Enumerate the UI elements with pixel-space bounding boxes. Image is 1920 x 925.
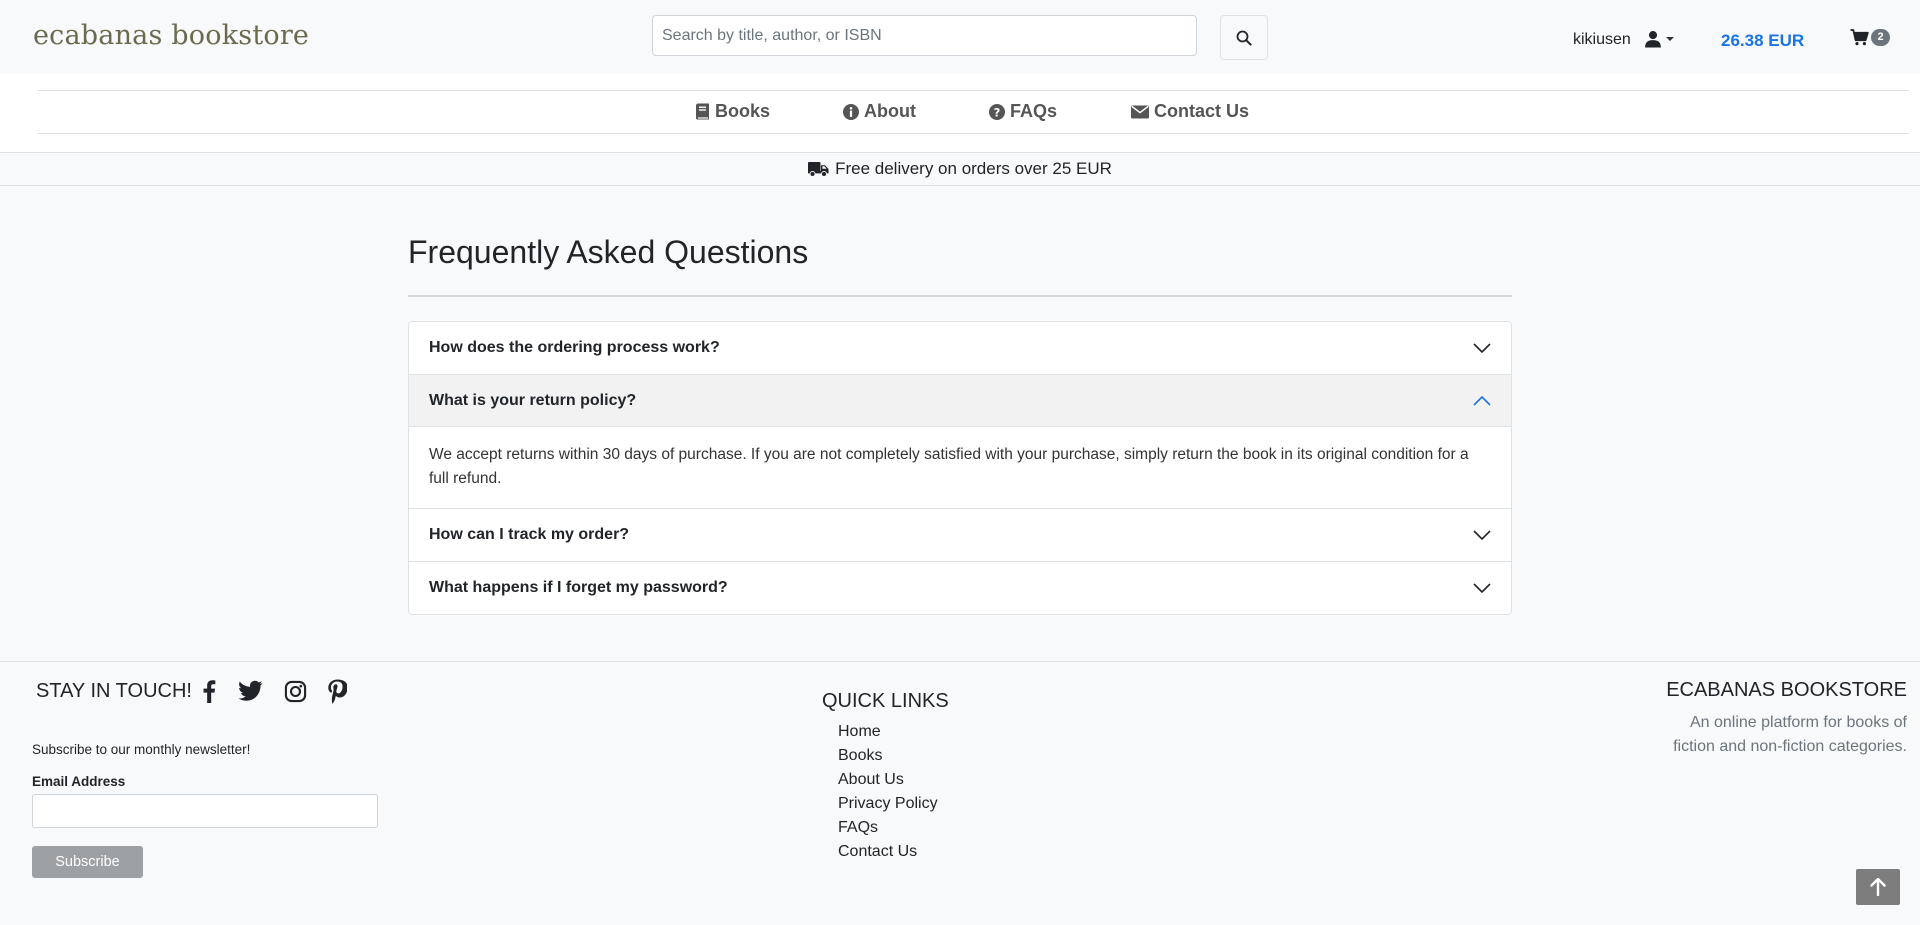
faq-item: How does the ordering process work? — [409, 322, 1511, 375]
faq-question: How can I track my order? — [429, 526, 630, 543]
user-menu-dropdown[interactable] — [1644, 30, 1674, 48]
nav-item-about[interactable]: About — [843, 101, 916, 122]
nav-label-contact: Contact Us — [1154, 101, 1250, 121]
svg-text:?: ? — [994, 105, 1001, 119]
faq-question: What is your return policy? — [429, 391, 637, 409]
nav-divider-bottom — [37, 133, 1909, 134]
quick-link-faqs[interactable]: FAQs — [838, 816, 938, 840]
nav-label-books: Books — [715, 101, 771, 121]
email-label: Email Address — [32, 774, 126, 789]
faq-answer: We accept returns within 30 days of purc… — [429, 446, 1469, 487]
quick-link-about[interactable]: About Us — [838, 768, 938, 792]
store-description: An online platform for books of fiction … — [1673, 714, 1907, 755]
faq-question-button[interactable]: What happens if I forget my password? — [409, 562, 1511, 614]
faq-question-button[interactable]: How can I track my order? — [409, 509, 1511, 561]
instagram-icon — [284, 680, 307, 703]
nav-item-contact[interactable]: Contact Us — [1131, 101, 1249, 122]
search-icon — [1236, 30, 1252, 46]
nav-item-faqs[interactable]: ? FAQs — [989, 101, 1057, 122]
cart-button[interactable]: 2 — [1850, 29, 1890, 46]
search-input[interactable] — [652, 15, 1197, 56]
promo-banner: Free delivery on orders over 25 EUR — [0, 152, 1920, 186]
back-to-top-button[interactable] — [1856, 869, 1900, 905]
quick-links-list: Home Books About Us Privacy Policy FAQs … — [838, 720, 938, 864]
question-circle-icon: ? — [989, 103, 1005, 120]
chevron-down-icon — [1473, 343, 1491, 353]
username: kikiusen — [1573, 31, 1631, 48]
quick-link-books[interactable]: Books — [838, 744, 938, 768]
user-icon — [1645, 31, 1661, 48]
pinterest-icon — [328, 679, 347, 704]
faq-item: What happens if I forget my password? — [409, 562, 1511, 614]
faq-question: What happens if I forget my password? — [429, 579, 728, 596]
faq-question-button[interactable]: How does the ordering process work? — [409, 322, 1511, 374]
chevron-down-icon — [1473, 583, 1491, 593]
book-icon — [696, 103, 709, 120]
nav-item-books[interactable]: Books — [695, 101, 770, 122]
facebook-icon — [203, 680, 216, 703]
nav-label-faqs: FAQs — [1010, 101, 1058, 121]
faq-question-button[interactable]: What is your return policy? — [409, 375, 1511, 427]
brand-logo[interactable]: ecabanas bookstore — [33, 20, 309, 51]
faq-accordion: How does the ordering process work? What… — [408, 321, 1512, 615]
faq-question: How does the ordering process work? — [429, 339, 720, 356]
email-field[interactable] — [32, 794, 378, 828]
shopping-cart-icon — [1850, 29, 1869, 46]
envelope-icon — [1131, 105, 1149, 118]
quick-link-home[interactable]: Home — [838, 720, 938, 744]
title-divider — [408, 295, 1512, 297]
search-button[interactable] — [1220, 15, 1268, 60]
stay-in-touch-title: STAY IN TOUCH! — [36, 680, 192, 702]
account-balance[interactable]: 26.38 EUR — [1721, 31, 1804, 51]
quick-link-contact[interactable]: Contact Us — [838, 840, 938, 864]
twitter-link[interactable] — [238, 680, 263, 702]
quick-link-privacy[interactable]: Privacy Policy — [838, 792, 938, 816]
truck-icon — [808, 162, 829, 177]
promo-text: Free delivery on orders over 25 EUR — [835, 159, 1112, 178]
facebook-link[interactable] — [201, 679, 217, 703]
info-circle-icon — [843, 103, 859, 120]
page-title: Frequently Asked Questions — [408, 234, 809, 270]
pinterest-link[interactable] — [327, 679, 347, 704]
store-title: ECABANAS BOOKSTORE — [1666, 679, 1907, 701]
site-header: ecabanas bookstore kikiusen 26.38 EUR 2 — [0, 0, 1920, 74]
nav-divider-top — [37, 90, 1909, 91]
quick-links-title: QUICK LINKS — [822, 690, 949, 712]
nav-label-about: About — [864, 101, 916, 121]
twitter-icon — [238, 680, 263, 701]
newsletter-text: Subscribe to our monthly newsletter! — [32, 742, 251, 757]
cart-count-badge: 2 — [1871, 29, 1890, 46]
faq-item: How can I track my order? — [409, 509, 1511, 562]
arrow-up-icon — [1870, 878, 1886, 896]
instagram-link[interactable] — [284, 680, 307, 703]
main-navbar — [0, 74, 1920, 152]
chevron-up-icon — [1473, 395, 1491, 406]
footer-divider — [0, 661, 1920, 662]
faq-item: What is your return policy? We accept re… — [409, 375, 1511, 509]
subscribe-button[interactable]: Subscribe — [32, 846, 143, 878]
chevron-down-icon — [1666, 37, 1674, 41]
chevron-down-icon — [1473, 530, 1491, 540]
